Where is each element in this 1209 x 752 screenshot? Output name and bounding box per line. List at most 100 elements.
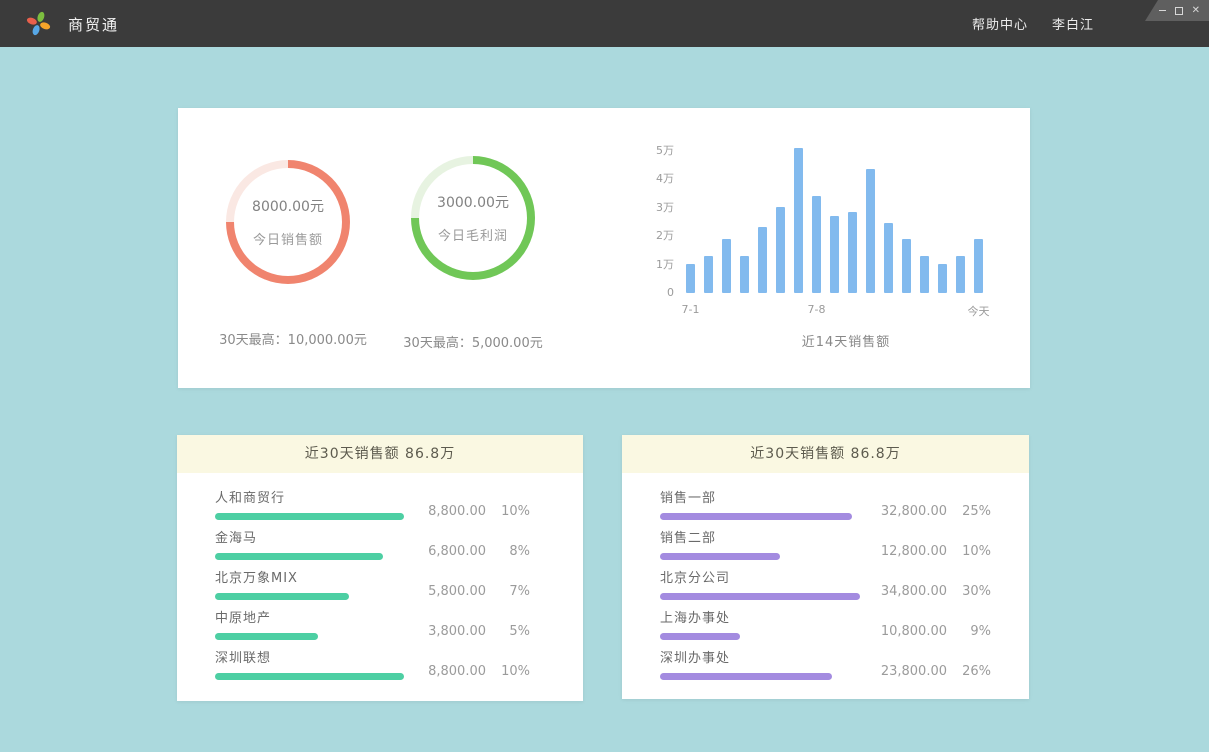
rank-row-bar xyxy=(215,593,349,600)
titlebar-menu: 帮助中心 李白江 xyxy=(972,0,1094,47)
today-profit-value: 3000.00元 xyxy=(437,192,509,212)
rank-row-right: 6,800.008% xyxy=(406,544,530,560)
rank-row-percent: 7% xyxy=(486,584,530,599)
customer-card-title: 近30天销售额 86.8万 xyxy=(177,435,583,473)
bar xyxy=(740,256,749,293)
department-rank-list: 销售一部 32,800.0025% 销售二部12,800.0010% 北京分公司 34,… xyxy=(622,473,1029,680)
rank-row-left: 销售一部 xyxy=(660,491,860,520)
maximize-icon[interactable] xyxy=(1175,7,1183,15)
rank-row-right: 5,800.007% xyxy=(406,584,530,600)
bar xyxy=(758,227,767,293)
today-sales-gauge-center: 8000.00元 今日销售额 xyxy=(234,168,342,276)
rank-row-bar xyxy=(660,513,852,520)
overview-card: 8000.00元 今日销售额 30天最高：10,000.00元 3000.00元… xyxy=(178,108,1030,388)
customer-rank-list: 人和商贸行8,800.0010%金海马6,800.008%北京万象MIX5,80… xyxy=(177,473,583,680)
bar xyxy=(704,256,713,293)
rank-row-left: 金海马 xyxy=(215,531,406,560)
rank-row-label: 上海办事处 xyxy=(660,611,860,626)
rank-row-bar xyxy=(660,673,832,680)
bar-chart-plot-area: 01万2万3万4万5万 xyxy=(640,133,983,293)
y-axis-label: 0 xyxy=(640,287,674,299)
rank-row-value: 6,800.00 xyxy=(406,544,486,559)
today-profit-gauge: 3000.00元 今日毛利润 xyxy=(411,156,535,280)
rank-row-bar xyxy=(660,633,740,640)
rank-row-percent: 10% xyxy=(486,504,530,519)
minimize-icon[interactable] xyxy=(1159,10,1166,11)
rank-row: 上海办事处 10,800.009% xyxy=(660,611,991,640)
rank-row-value: 23,800.00 xyxy=(867,664,947,679)
today-sales-value: 8000.00元 xyxy=(252,196,324,216)
rank-row-percent: 30% xyxy=(947,584,991,599)
bar xyxy=(866,169,875,293)
rank-row-label: 北京分公司 xyxy=(660,571,860,586)
rank-row-value: 10,800.00 xyxy=(867,624,947,639)
rank-row-right: 8,800.0010% xyxy=(406,664,530,680)
rank-row-left: 深圳联想 xyxy=(215,651,406,680)
x-axis-label: 7-8 xyxy=(808,303,826,316)
pinwheel-logo-icon xyxy=(24,9,53,38)
rank-row-right: 10,800.009% xyxy=(867,624,991,640)
rank-row-percent: 5% xyxy=(486,624,530,639)
bar-chart-x-axis: 7-17-8今天 xyxy=(686,303,983,317)
y-axis-label: 2万 xyxy=(640,230,674,242)
y-axis-label: 5万 xyxy=(640,145,674,157)
rank-row-value: 3,800.00 xyxy=(406,624,486,639)
bar xyxy=(722,239,731,293)
titlebar: 商贸通 帮助中心 李白江 ✕ xyxy=(0,0,1209,47)
y-axis-label: 1万 xyxy=(640,259,674,271)
bar xyxy=(938,264,947,293)
rank-row: 北京分公司 34,800.0030% xyxy=(660,571,991,600)
window-controls: ✕ xyxy=(1145,0,1209,21)
rank-row: 销售二部12,800.0010% xyxy=(660,531,991,560)
rank-row: 深圳办事处 23,800.0026% xyxy=(660,651,991,680)
rank-row: 人和商贸行8,800.0010% xyxy=(215,491,530,520)
rank-row-percent: 25% xyxy=(947,504,991,519)
help-center-link[interactable]: 帮助中心 xyxy=(972,14,1028,33)
rank-row: 中原地产3,800.005% xyxy=(215,611,530,640)
rank-row: 金海马6,800.008% xyxy=(215,531,530,560)
rank-row-label: 中原地产 xyxy=(215,611,406,626)
today-profit-gauge-center: 3000.00元 今日毛利润 xyxy=(419,164,527,272)
bar xyxy=(956,256,965,293)
bar-chart-y-axis: 01万2万3万4万5万 xyxy=(640,133,678,293)
bar xyxy=(776,207,785,293)
rank-row-right: 3,800.005% xyxy=(406,624,530,640)
department-sales-rank-card: 近30天销售额 86.8万 销售一部32,800.0025%销售二部12,800… xyxy=(622,435,1029,699)
bar xyxy=(794,148,803,293)
rank-row-left: 人和商贸行 xyxy=(215,491,406,520)
app-title: 商贸通 xyxy=(68,14,119,35)
rank-row-value: 8,800.00 xyxy=(406,664,486,679)
rank-row-value: 8,800.00 xyxy=(406,504,486,519)
rank-row-value: 34,800.00 xyxy=(867,584,947,599)
rank-row-label: 深圳联想 xyxy=(215,651,406,666)
rank-row-left: 上海办事处 xyxy=(660,611,860,640)
bar xyxy=(902,239,911,293)
bar xyxy=(884,223,893,293)
today-sales-gauge: 8000.00元 今日销售额 xyxy=(226,160,350,284)
rank-row-right: 8,800.0010% xyxy=(406,504,530,520)
rank-row-left: 销售二部 xyxy=(660,531,860,560)
rank-row-label: 人和商贸行 xyxy=(215,491,406,506)
rank-row-label: 销售二部 xyxy=(660,531,860,546)
rank-row: 深圳联想8,800.0010% xyxy=(215,651,530,680)
y-axis-label: 3万 xyxy=(640,202,674,214)
bar xyxy=(812,196,821,293)
bar xyxy=(848,212,857,293)
rank-row-left: 深圳办事处 xyxy=(660,651,860,680)
rank-row-right: 23,800.0026% xyxy=(867,664,991,680)
close-icon[interactable]: ✕ xyxy=(1192,6,1200,16)
bar-chart-bars xyxy=(686,133,983,293)
username-menu[interactable]: 李白江 xyxy=(1052,14,1094,33)
rank-row-percent: 8% xyxy=(486,544,530,559)
rank-row-bar xyxy=(660,593,860,600)
rank-row-percent: 9% xyxy=(947,624,991,639)
rank-row-left: 北京分公司 xyxy=(660,571,860,600)
rank-row-right: 34,800.0030% xyxy=(867,584,991,600)
rank-row-percent: 10% xyxy=(947,544,991,559)
rank-row: 销售一部 32,800.0025% xyxy=(660,491,991,520)
sales-14day-bar-chart: 01万2万3万4万5万 7-17-8今天 近14天销售额 xyxy=(640,133,1010,363)
rank-row-bar xyxy=(215,553,383,560)
rank-row-left: 北京万象MIX xyxy=(215,571,406,600)
rank-row-percent: 26% xyxy=(947,664,991,679)
rank-row-right: 32,800.0025% xyxy=(867,504,991,520)
